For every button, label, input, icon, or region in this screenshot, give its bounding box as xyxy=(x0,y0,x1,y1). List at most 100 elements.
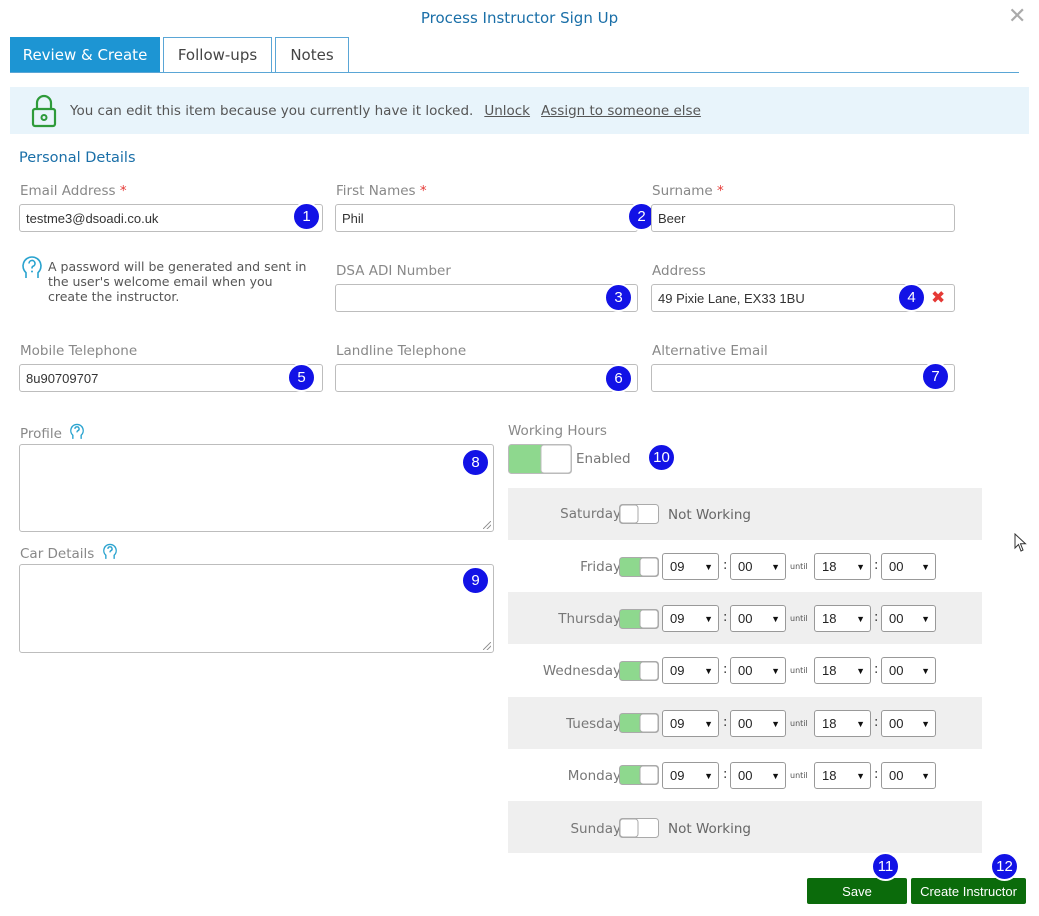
day-toggle[interactable] xyxy=(619,661,659,681)
help-icon xyxy=(22,256,42,278)
day-row-monday: Monday 09 ▼ : 00 ▼ until 18 ▼ : 00 ▼ xyxy=(508,749,982,801)
profile-label: Profile xyxy=(20,423,85,442)
end-hour-select[interactable]: 18 ▼ xyxy=(814,605,871,632)
badge-3: 3 xyxy=(604,283,633,312)
email-field[interactable]: testme3@dsoadi.co.uk xyxy=(19,204,323,232)
end-minute-select[interactable]: 00 ▼ xyxy=(881,762,936,789)
until-label: until xyxy=(790,719,808,728)
lock-notice: You can edit this item because you curre… xyxy=(10,87,1029,134)
day-toggle[interactable] xyxy=(619,713,659,733)
day-name: Friday xyxy=(580,559,621,575)
end-minute-select[interactable]: 00 ▼ xyxy=(881,553,936,580)
chevron-down-icon: ▼ xyxy=(771,666,780,676)
start-hour-select[interactable]: 09 ▼ xyxy=(662,605,719,632)
not-working-label: Not Working xyxy=(668,821,752,837)
dsa-adi-field[interactable] xyxy=(335,284,638,312)
first-names-field[interactable]: Phil xyxy=(335,204,638,232)
badge-8: 8 xyxy=(461,448,490,477)
section-title: Personal Details xyxy=(19,150,136,166)
day-toggle[interactable] xyxy=(619,609,659,629)
chevron-down-icon: ▼ xyxy=(704,666,713,676)
day-toggle[interactable] xyxy=(619,504,659,524)
tab-notes[interactable]: Notes xyxy=(275,37,349,73)
day-name: Tuesday xyxy=(566,716,621,732)
landline-field[interactable] xyxy=(335,364,638,392)
end-hour-select[interactable]: 18 ▼ xyxy=(814,762,871,789)
time-separator: : xyxy=(874,767,879,782)
working-hours-status: Enabled xyxy=(576,451,631,467)
chevron-down-icon: ▼ xyxy=(704,614,713,624)
until-label: until xyxy=(790,562,808,571)
time-separator: : xyxy=(874,662,879,677)
day-row-sunday: Sunday Not Working xyxy=(508,801,982,853)
chevron-down-icon: ▼ xyxy=(921,666,930,676)
end-minute-select[interactable]: 00 ▼ xyxy=(881,657,936,684)
create-instructor-button[interactable]: Create Instructor xyxy=(911,878,1026,904)
end-hour-select[interactable]: 18 ▼ xyxy=(814,710,871,737)
chevron-down-icon: ▼ xyxy=(704,771,713,781)
resize-handle[interactable] xyxy=(483,521,491,529)
badge-9: 9 xyxy=(461,566,490,595)
dsa-adi-label: DSA ADI Number xyxy=(336,263,451,279)
chevron-down-icon: ▼ xyxy=(771,614,780,624)
mobile-label: Mobile Telephone xyxy=(20,343,138,359)
start-minute-select[interactable]: 00 ▼ xyxy=(730,762,786,789)
alt-email-field[interactable] xyxy=(651,364,955,392)
start-minute-select[interactable]: 00 ▼ xyxy=(730,605,786,632)
start-hour-select[interactable]: 09 ▼ xyxy=(662,553,719,580)
working-hours-toggle[interactable] xyxy=(508,444,572,474)
start-hour-select[interactable]: 09 ▼ xyxy=(662,657,719,684)
day-row-saturday: Saturday Not Working xyxy=(508,488,982,540)
assign-link[interactable]: Assign to someone else xyxy=(541,103,701,119)
end-minute-select[interactable]: 00 ▼ xyxy=(881,710,936,737)
chevron-down-icon: ▼ xyxy=(856,614,865,624)
day-row-thursday: Thursday 09 ▼ : 00 ▼ until 18 ▼ : 00 ▼ xyxy=(508,592,982,644)
day-toggle[interactable] xyxy=(619,765,659,785)
address-label: Address xyxy=(652,263,706,279)
end-hour-select[interactable]: 18 ▼ xyxy=(814,553,871,580)
day-row-tuesday: Tuesday 09 ▼ : 00 ▼ until 18 ▼ : 00 ▼ xyxy=(508,697,982,749)
unlock-link[interactable]: Unlock xyxy=(484,103,530,119)
save-button[interactable]: Save xyxy=(807,878,907,904)
time-separator: : xyxy=(723,610,728,625)
car-details-textarea[interactable] xyxy=(19,564,494,653)
time-separator: : xyxy=(874,610,879,625)
day-row-friday: Friday 09 ▼ : 00 ▼ until 18 ▼ : 00 ▼ xyxy=(508,540,982,592)
tab-review-create[interactable]: Review & Create xyxy=(10,37,160,73)
badge-12: 12 xyxy=(990,852,1019,881)
lock-icon xyxy=(31,94,57,127)
not-working-label: Not Working xyxy=(668,507,752,523)
start-hour-select[interactable]: 09 ▼ xyxy=(662,710,719,737)
day-row-wednesday: Wednesday 09 ▼ : 00 ▼ until 18 ▼ : 00 ▼ xyxy=(508,645,982,697)
day-toggle[interactable] xyxy=(619,818,659,838)
start-minute-select[interactable]: 00 ▼ xyxy=(730,710,786,737)
chevron-down-icon: ▼ xyxy=(856,719,865,729)
end-hour-select[interactable]: 18 ▼ xyxy=(814,657,871,684)
chevron-down-icon: ▼ xyxy=(921,614,930,624)
alt-email-label: Alternative Email xyxy=(652,343,768,359)
resize-handle[interactable] xyxy=(483,642,491,650)
remove-icon[interactable]: ✖ xyxy=(931,288,945,308)
surname-field[interactable]: Beer xyxy=(651,204,955,232)
surname-label: Surname * xyxy=(652,183,724,199)
day-name: Saturday xyxy=(560,506,621,522)
chevron-down-icon: ▼ xyxy=(921,562,930,572)
dialog-title: Process Instructor Sign Up xyxy=(420,9,619,27)
start-minute-select[interactable]: 00 ▼ xyxy=(730,657,786,684)
badge-6: 6 xyxy=(604,364,633,393)
start-hour-select[interactable]: 09 ▼ xyxy=(662,762,719,789)
badge-11: 11 xyxy=(871,852,900,881)
end-minute-select[interactable]: 00 ▼ xyxy=(881,605,936,632)
time-separator: : xyxy=(723,662,728,677)
tab-follow-ups[interactable]: Follow-ups xyxy=(163,37,272,73)
profile-textarea[interactable] xyxy=(19,444,494,532)
chevron-down-icon: ▼ xyxy=(771,562,780,572)
day-toggle[interactable] xyxy=(619,557,659,577)
badge-4: 4 xyxy=(897,283,926,312)
close-icon[interactable]: ✕ xyxy=(1008,6,1026,28)
help-icon xyxy=(102,543,117,559)
time-separator: : xyxy=(723,558,728,573)
mobile-field[interactable]: 8u90709707 xyxy=(19,364,323,392)
car-details-label: Car Details xyxy=(20,543,118,562)
start-minute-select[interactable]: 00 ▼ xyxy=(730,553,786,580)
